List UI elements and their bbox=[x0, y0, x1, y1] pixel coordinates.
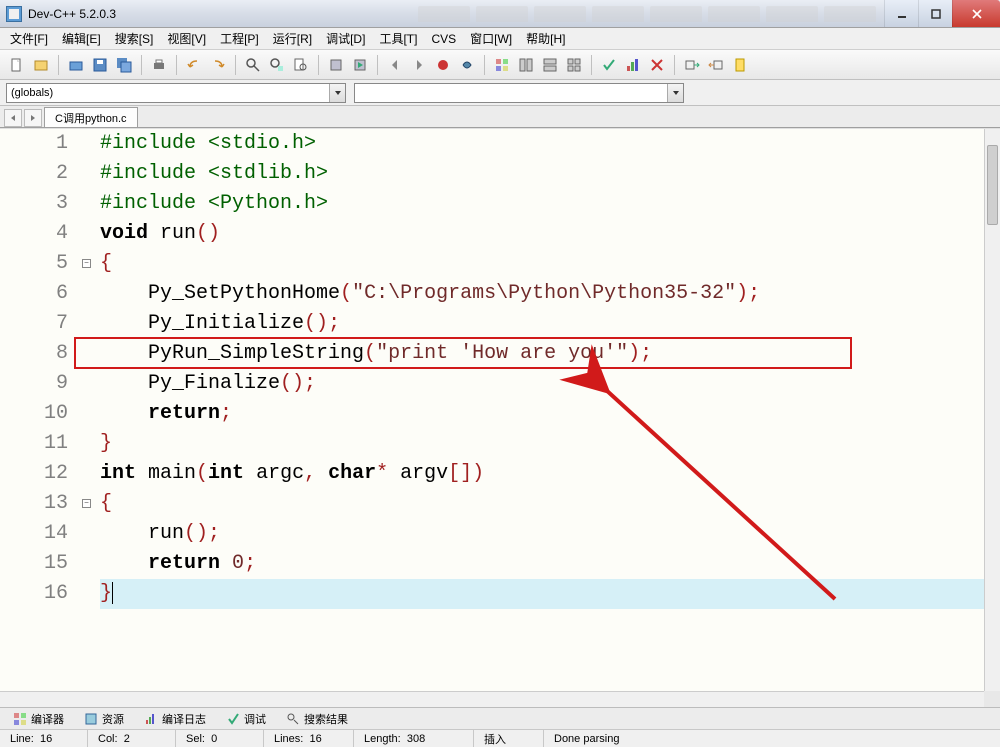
class-browser-row: (globals) bbox=[0, 80, 1000, 106]
window-controls bbox=[884, 0, 1000, 27]
menu-window[interactable]: 窗口[W] bbox=[464, 28, 518, 49]
menu-tools[interactable]: 工具[T] bbox=[373, 28, 423, 49]
grid1-button[interactable] bbox=[491, 54, 513, 76]
new-project-button[interactable] bbox=[30, 54, 52, 76]
status-parse: Done parsing bbox=[554, 733, 619, 745]
member-combobox[interactable] bbox=[354, 83, 684, 103]
check-button[interactable] bbox=[598, 54, 620, 76]
menu-view[interactable]: 视图[V] bbox=[161, 28, 212, 49]
goto-button[interactable] bbox=[681, 54, 703, 76]
chevron-down-icon bbox=[667, 84, 683, 102]
tab-next-button[interactable] bbox=[24, 109, 42, 127]
tab-compile-log[interactable]: 编译日志 bbox=[135, 708, 215, 730]
status-line-label: Line: bbox=[10, 733, 34, 745]
status-col-value: 2 bbox=[124, 733, 130, 745]
menu-bar: 文件[F] 编辑[E] 搜索[S] 视图[V] 工程[P] 运行[R] 调试[D… bbox=[0, 28, 1000, 50]
horizontal-scrollbar[interactable] bbox=[0, 691, 984, 707]
editor-tabs: C调用python.c bbox=[0, 106, 1000, 128]
next-button[interactable] bbox=[408, 54, 430, 76]
scope-combobox[interactable]: (globals) bbox=[6, 83, 346, 103]
menu-run[interactable]: 运行[R] bbox=[267, 28, 318, 49]
undo-button[interactable] bbox=[183, 54, 205, 76]
compile-button[interactable] bbox=[325, 54, 347, 76]
bookmark-button[interactable] bbox=[729, 54, 751, 76]
tab-compiler[interactable]: 编译器 bbox=[4, 708, 73, 730]
new-file-button[interactable] bbox=[6, 54, 28, 76]
code-area[interactable]: #include <stdio.h>#include <stdlib.h>#in… bbox=[100, 129, 1000, 609]
background-tabs bbox=[418, 6, 876, 22]
menu-search[interactable]: 搜索[S] bbox=[109, 28, 160, 49]
menu-cvs[interactable]: CVS bbox=[425, 30, 462, 48]
status-bar: Line: 16 Col: 2 Sel: 0 Lines: 16 Length:… bbox=[0, 729, 1000, 747]
replace-button[interactable] bbox=[266, 54, 288, 76]
save-all-button[interactable] bbox=[113, 54, 135, 76]
scroll-corner bbox=[984, 691, 1000, 707]
menu-help[interactable]: 帮助[H] bbox=[520, 28, 571, 49]
tab-prev-button[interactable] bbox=[4, 109, 22, 127]
minimize-button[interactable] bbox=[884, 0, 918, 27]
maximize-button[interactable] bbox=[918, 0, 952, 27]
menu-file[interactable]: 文件[F] bbox=[4, 28, 54, 49]
menu-project[interactable]: 工程[P] bbox=[214, 28, 265, 49]
grid2-button[interactable] bbox=[515, 54, 537, 76]
window-title: Dev-C++ 5.2.0.3 bbox=[28, 7, 418, 21]
status-lines-value: 16 bbox=[309, 733, 321, 745]
output-tabs: 编译器 资源 编译日志 调试 搜索结果 bbox=[0, 707, 1000, 729]
find-button[interactable] bbox=[242, 54, 264, 76]
tab-search-results[interactable]: 搜索结果 bbox=[277, 708, 357, 730]
tab-resources[interactable]: 资源 bbox=[75, 708, 133, 730]
grid3-button[interactable] bbox=[539, 54, 561, 76]
scope-value: (globals) bbox=[11, 87, 53, 99]
run-button[interactable] bbox=[349, 54, 371, 76]
status-length-label: Length: bbox=[364, 733, 401, 745]
open-button[interactable] bbox=[65, 54, 87, 76]
status-lines-label: Lines: bbox=[274, 733, 303, 745]
status-sel-value: 0 bbox=[211, 733, 217, 745]
back-button[interactable] bbox=[705, 54, 727, 76]
delete-button[interactable] bbox=[646, 54, 668, 76]
status-insert-mode: 插入 bbox=[484, 731, 506, 747]
status-col-label: Col: bbox=[98, 733, 118, 745]
chevron-down-icon bbox=[329, 84, 345, 102]
tab-debug[interactable]: 调试 bbox=[217, 708, 275, 730]
vertical-scrollbar[interactable] bbox=[984, 129, 1000, 691]
menu-edit[interactable]: 编辑[E] bbox=[56, 28, 107, 49]
redo-button[interactable] bbox=[207, 54, 229, 76]
code-editor[interactable]: 12345678910111213141516 −− #include <std… bbox=[0, 128, 1000, 707]
print-button[interactable] bbox=[148, 54, 170, 76]
close-button[interactable] bbox=[952, 0, 1000, 27]
file-tab-label: C调用python.c bbox=[55, 110, 127, 126]
prev-button[interactable] bbox=[384, 54, 406, 76]
file-tab[interactable]: C调用python.c bbox=[44, 107, 138, 127]
profile-button[interactable] bbox=[622, 54, 644, 76]
line-gutter: 12345678910111213141516 bbox=[0, 129, 82, 609]
annotation-highlight-box bbox=[74, 337, 852, 369]
breakpoint-button[interactable] bbox=[432, 54, 454, 76]
save-button[interactable] bbox=[89, 54, 111, 76]
title-bar: Dev-C++ 5.2.0.3 bbox=[0, 0, 1000, 28]
menu-debug[interactable]: 调试[D] bbox=[320, 28, 371, 49]
app-icon bbox=[6, 6, 22, 22]
status-line-value: 16 bbox=[40, 733, 52, 745]
find-in-files-button[interactable] bbox=[290, 54, 312, 76]
debug-button[interactable] bbox=[456, 54, 478, 76]
status-sel-label: Sel: bbox=[186, 733, 205, 745]
grid4-button[interactable] bbox=[563, 54, 585, 76]
status-length-value: 308 bbox=[407, 733, 425, 745]
toolbar bbox=[0, 50, 1000, 80]
